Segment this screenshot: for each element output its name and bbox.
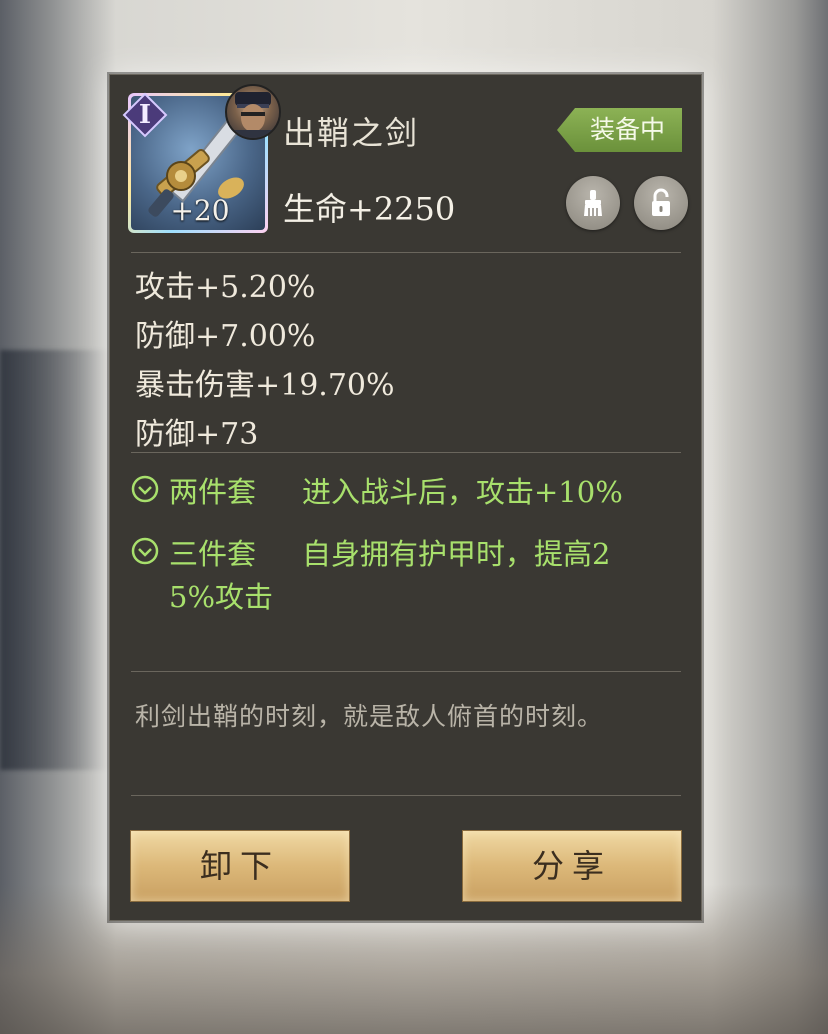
owner-avatar[interactable]	[225, 84, 281, 140]
divider-desc	[131, 671, 681, 672]
unlock-icon	[652, 188, 670, 216]
item-description: 利剑出鞘的时刻，就是敌人俯首的时刻。	[135, 702, 604, 731]
set-bonus-3-effect-line1: 自身拥有护甲时，提高2	[302, 537, 611, 571]
lock-button[interactable]	[634, 176, 688, 230]
substat-3: 暴击伤害+19.70%	[135, 368, 395, 403]
rank-text: I	[138, 100, 152, 130]
share-button[interactable]: 分享	[462, 830, 682, 902]
substat-4: 防御+73	[135, 417, 259, 452]
set-bonus-3-label: 三件套	[169, 537, 257, 571]
equipped-status-tag: 装备中	[557, 108, 682, 152]
set-bonus-2-effect: 进入战斗后，攻击+10%	[302, 475, 623, 509]
set-active-check-icon	[131, 475, 159, 503]
substat-2: 防御+7.00%	[135, 319, 316, 354]
set-bonus-3-effect-line2: 5%攻击	[169, 580, 274, 614]
background-blur-left	[0, 350, 110, 770]
main-stat: 生命+2250	[283, 190, 456, 228]
divider-bottom	[131, 795, 681, 796]
set-active-check-icon	[131, 537, 159, 565]
clean-button[interactable]	[566, 176, 620, 230]
unequip-button[interactable]: 卸下	[130, 830, 350, 902]
level-text: +20	[170, 194, 230, 227]
item-name: 出鞘之剑	[283, 114, 420, 152]
set-bonus-2-label: 两件套	[169, 475, 257, 509]
divider-top	[131, 252, 681, 253]
divider-sets	[131, 452, 681, 453]
brush-icon	[584, 190, 602, 216]
substat-1: 攻击+5.20%	[135, 270, 316, 305]
